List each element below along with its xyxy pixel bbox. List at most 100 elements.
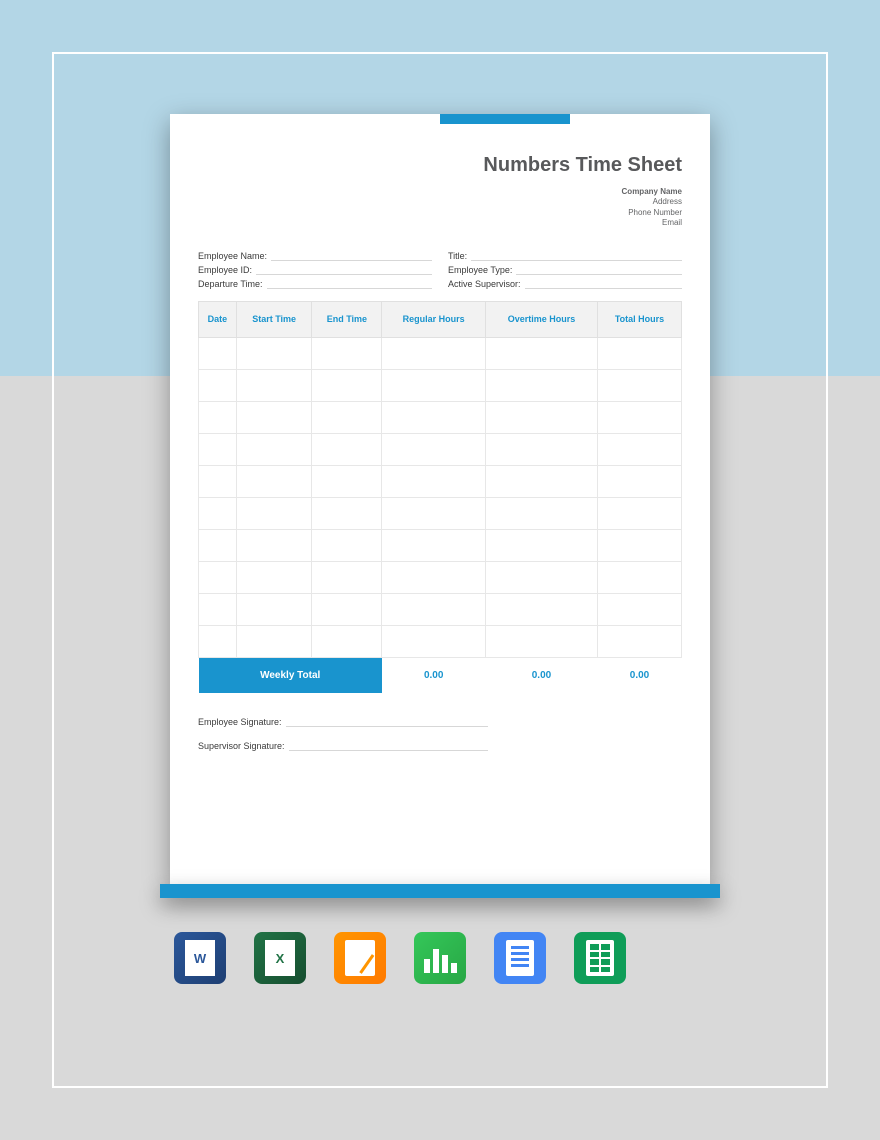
table-header-row: Date Start Time End Time Regular Hours O… (199, 301, 682, 337)
top-accent-bar (440, 114, 570, 124)
field-departure-time: Departure Time: (198, 277, 432, 289)
table-cell (382, 593, 486, 625)
field-employee-name: Employee Name: (198, 249, 432, 261)
table-cell (485, 369, 597, 401)
format-icons-row: W X (138, 932, 626, 984)
company-phone: Phone Number (198, 208, 682, 218)
table-cell (199, 497, 237, 529)
company-name: Company Name (198, 187, 682, 197)
field-line (256, 263, 432, 275)
excel-icon[interactable]: X (254, 932, 306, 984)
field-employee-type: Employee Type: (448, 263, 682, 275)
table-cell (598, 529, 682, 561)
word-letter: W (185, 940, 215, 976)
table-cell (598, 465, 682, 497)
field-label: Employee Type: (448, 265, 512, 275)
table-cell (382, 465, 486, 497)
table-cell (598, 593, 682, 625)
weekly-total-row: Weekly Total 0.00 0.00 0.00 (199, 657, 682, 693)
bars-icon (424, 943, 457, 973)
col-start-time: Start Time (236, 301, 311, 337)
table-cell (199, 529, 237, 561)
table-cell (598, 401, 682, 433)
table-row (199, 625, 682, 657)
field-label: Active Supervisor: (448, 279, 521, 289)
supervisor-signature-row: Supervisor Signature: (198, 739, 488, 751)
table-row (199, 433, 682, 465)
signatures-block: Employee Signature: Supervisor Signature… (198, 715, 682, 751)
table-cell (236, 401, 311, 433)
table-cell (312, 561, 382, 593)
table-cell (598, 337, 682, 369)
table-cell (312, 529, 382, 561)
field-active-supervisor: Active Supervisor: (448, 277, 682, 289)
table-cell (485, 433, 597, 465)
table-cell (382, 337, 486, 369)
table-cell (485, 465, 597, 497)
bottom-accent-bar (160, 884, 720, 898)
table-row (199, 497, 682, 529)
table-cell (382, 529, 486, 561)
table-cell (485, 625, 597, 657)
table-cell (199, 561, 237, 593)
timesheet-table: Date Start Time End Time Regular Hours O… (198, 301, 682, 694)
table-cell (312, 593, 382, 625)
table-cell (236, 433, 311, 465)
table-cell (312, 401, 382, 433)
table-cell (598, 369, 682, 401)
sheets-grid-icon (586, 940, 614, 976)
table-cell (382, 369, 486, 401)
table-cell (598, 561, 682, 593)
total-regular: 0.00 (382, 657, 486, 693)
field-label: Employee ID: (198, 265, 252, 275)
col-overtime-hours: Overtime Hours (485, 301, 597, 337)
table-cell (199, 337, 237, 369)
table-row (199, 465, 682, 497)
table-row (199, 593, 682, 625)
pen-icon (345, 940, 375, 976)
field-line (525, 277, 682, 289)
document-title: Numbers Time Sheet (198, 154, 682, 177)
table-cell (598, 497, 682, 529)
signature-line (289, 739, 489, 751)
table-cell (485, 529, 597, 561)
table-cell (382, 625, 486, 657)
col-total-hours: Total Hours (598, 301, 682, 337)
table-cell (312, 625, 382, 657)
employee-info-block: Employee Name: Title: Employee ID: Emplo… (198, 249, 682, 289)
table-row (199, 401, 682, 433)
company-info: Company Name Address Phone Number Email (198, 187, 682, 229)
numbers-icon[interactable] (414, 932, 466, 984)
table-cell (598, 433, 682, 465)
word-icon[interactable]: W (174, 932, 226, 984)
weekly-total-label: Weekly Total (199, 657, 382, 693)
table-cell (382, 497, 486, 529)
field-label: Departure Time: (198, 279, 263, 289)
total-overtime: 0.00 (485, 657, 597, 693)
company-address: Address (198, 197, 682, 207)
table-cell (236, 593, 311, 625)
table-row (199, 369, 682, 401)
table-cell (312, 337, 382, 369)
table-cell (598, 625, 682, 657)
total-hours: 0.00 (598, 657, 682, 693)
table-cell (236, 497, 311, 529)
table-cell (236, 465, 311, 497)
table-cell (199, 401, 237, 433)
field-line (471, 249, 682, 261)
google-sheets-icon[interactable] (574, 932, 626, 984)
field-line (267, 277, 432, 289)
docs-lines-icon (506, 940, 534, 976)
field-title: Title: (448, 249, 682, 261)
template-frame: Numbers Time Sheet Company Name Address … (52, 52, 828, 1088)
table-cell (199, 433, 237, 465)
pages-icon[interactable] (334, 932, 386, 984)
table-cell (485, 593, 597, 625)
table-cell (236, 369, 311, 401)
table-row (199, 337, 682, 369)
field-label: Title: (448, 251, 467, 261)
signature-line (286, 715, 489, 727)
table-cell (382, 433, 486, 465)
google-docs-icon[interactable] (494, 932, 546, 984)
table-cell (236, 561, 311, 593)
